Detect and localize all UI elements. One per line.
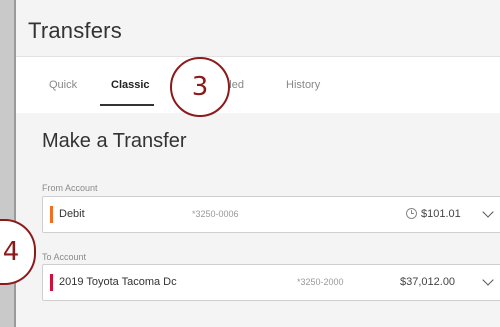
- callout-3: 3: [170, 57, 230, 117]
- to-account-number: *3250-2000: [297, 277, 344, 287]
- clock-icon: [406, 208, 417, 219]
- tab-bar: Quick Classic Scheduled History: [16, 56, 500, 114]
- tab-classic[interactable]: Classic: [111, 79, 150, 91]
- tab-quick[interactable]: Quick: [49, 79, 77, 91]
- active-tab-indicator: [100, 104, 154, 106]
- transfer-form: Make a Transfer From Account Debit *3250…: [16, 113, 500, 327]
- from-account-balance: $101.01: [421, 208, 461, 220]
- from-account-color-bar: [50, 206, 53, 223]
- chevron-down-icon[interactable]: [482, 206, 494, 218]
- to-account-color-bar: [50, 274, 53, 291]
- from-account-number: *3250-0006: [192, 209, 239, 219]
- app-frame: Transfers Quick Classic Scheduled Histor…: [14, 0, 500, 327]
- to-account-label: To Account: [42, 252, 87, 262]
- page-header: Transfers: [16, 0, 500, 56]
- from-account-select[interactable]: Debit *3250-0006 $101.01: [42, 196, 500, 233]
- to-account-select[interactable]: 2019 Toyota Tacoma Dc *3250-2000 $37,012…: [42, 264, 500, 301]
- to-account-name: 2019 Toyota Tacoma Dc: [59, 276, 177, 288]
- tab-history[interactable]: History: [286, 79, 320, 91]
- page-title: Transfers: [28, 18, 122, 43]
- to-account-balance: $37,012.00: [400, 276, 456, 288]
- from-account-label: From Account: [42, 183, 98, 193]
- chevron-down-icon[interactable]: [482, 274, 494, 286]
- form-title: Make a Transfer: [42, 130, 187, 152]
- from-account-name: Debit: [59, 208, 85, 220]
